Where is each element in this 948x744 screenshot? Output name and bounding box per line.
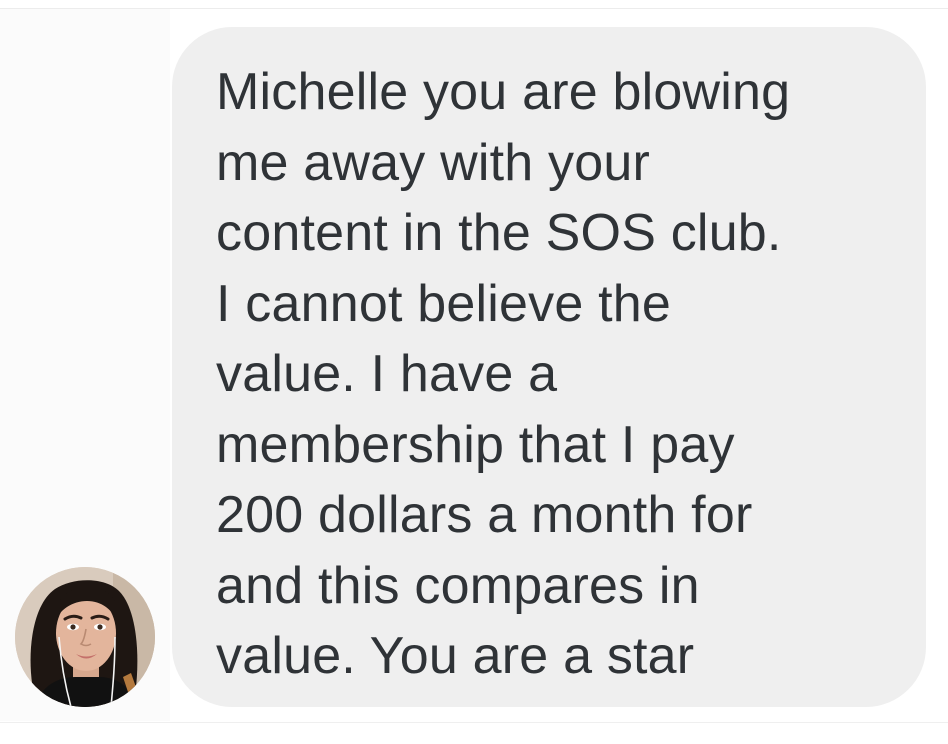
profile-photo-icon [15,567,155,707]
message-line: membership that I pay [216,415,735,474]
message-line: Michelle you are blowing [216,63,791,121]
bottom-divider [0,722,948,723]
message-line: 200 dollars a month for [216,486,753,544]
sender-avatar[interactable] [15,567,155,707]
message-bubble[interactable]: Michelle you are blowing me away with yo… [172,27,926,707]
message-line: I cannot believe the [216,274,671,333]
message-line: and this compares in [216,556,700,615]
message-line: value. You are a star [216,627,695,685]
message-line: value. I have a [216,345,558,403]
message-line: content in the SOS club. [216,204,782,262]
message-line: me away with your [216,133,650,192]
